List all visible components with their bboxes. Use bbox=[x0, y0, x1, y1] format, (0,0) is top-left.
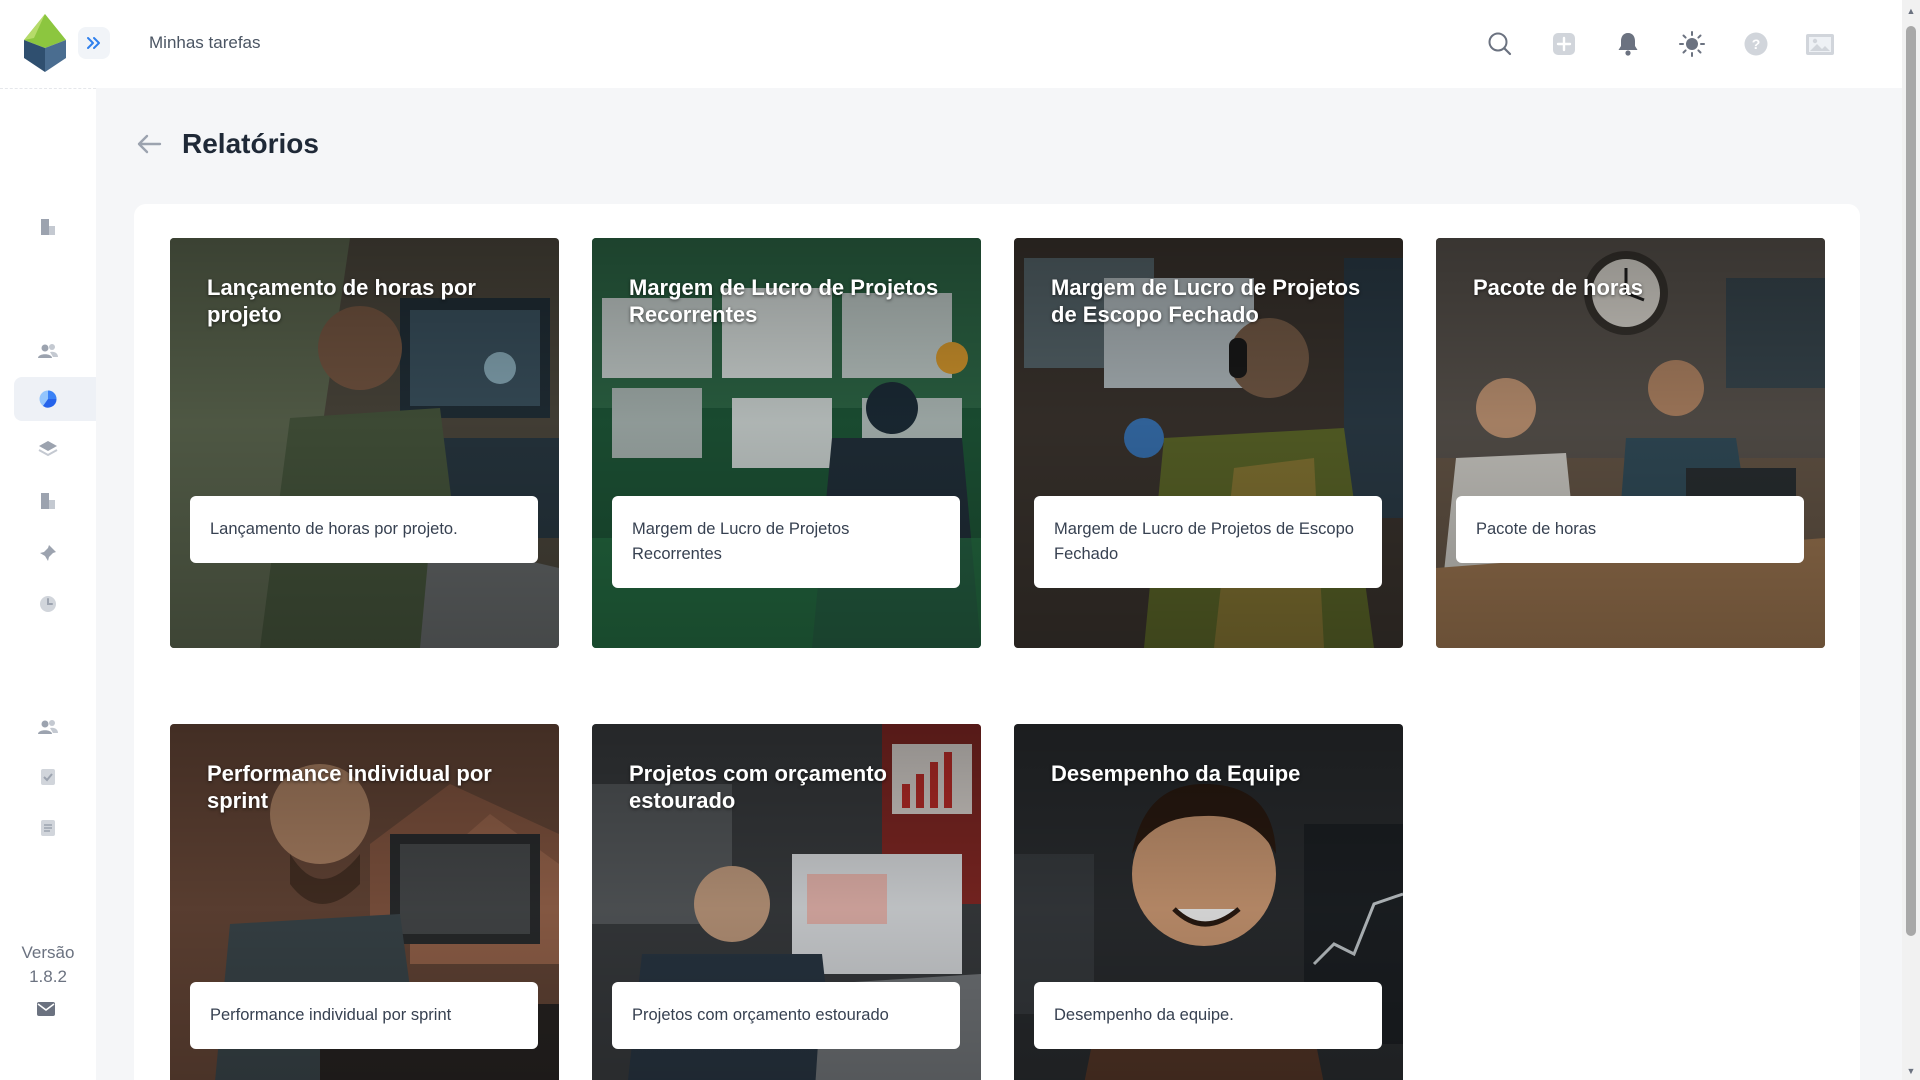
checklist-icon bbox=[41, 769, 55, 785]
card-description: Pacote de horas bbox=[1456, 496, 1804, 563]
sidebar-item-pinned[interactable] bbox=[14, 531, 96, 575]
card-description: Margem de Lucro de Projetos Recorrentes bbox=[612, 496, 960, 588]
pin-icon bbox=[40, 545, 56, 561]
card-description: Projetos com orçamento estourado bbox=[612, 982, 960, 1049]
card-title: Performance individual por sprint bbox=[207, 761, 492, 813]
scroll-up-arrow-icon[interactable]: ▲ bbox=[1906, 6, 1916, 16]
svg-text:?: ? bbox=[1752, 36, 1761, 52]
sidebar-item-timesheet[interactable] bbox=[14, 582, 96, 626]
users-icon bbox=[38, 720, 58, 734]
page-title: Relatórios bbox=[182, 128, 319, 159]
sidebar-item-documents[interactable] bbox=[14, 806, 96, 850]
document-icon bbox=[41, 820, 55, 836]
app-logo[interactable] bbox=[24, 14, 66, 72]
sidebar-item-layers[interactable] bbox=[14, 427, 96, 471]
sidebar-item-checklists[interactable] bbox=[14, 755, 96, 799]
sidebar-item-clients[interactable] bbox=[14, 329, 96, 373]
sidebar-item-team[interactable] bbox=[14, 705, 96, 749]
add-button[interactable] bbox=[1532, 24, 1596, 64]
mail-icon[interactable] bbox=[36, 1001, 56, 1017]
users-icon bbox=[38, 344, 58, 358]
version-label: Versão bbox=[21, 943, 75, 962]
bell-icon bbox=[1618, 33, 1638, 56]
version-number: 1.8.2 bbox=[29, 967, 67, 986]
sidebar-item-reports[interactable] bbox=[14, 377, 96, 421]
building-icon bbox=[41, 219, 55, 235]
card-description: Margem de Lucro de Projetos de Escopo Fe… bbox=[1034, 496, 1382, 588]
search-button[interactable] bbox=[1468, 24, 1532, 64]
report-card[interactable]: Pacote de horas Pacote de horas bbox=[1436, 238, 1825, 648]
card-description: Lançamento de horas por projeto. bbox=[190, 496, 538, 563]
page-header: Relatórios bbox=[134, 128, 319, 160]
report-card[interactable]: Margem de Lucro de Projetos de Escopo Fe… bbox=[1014, 238, 1403, 648]
card-title: Margem de Lucro de Projetos Recorrentes bbox=[629, 275, 939, 327]
card-title: Margem de Lucro de Projetos de Escopo Fe… bbox=[1051, 275, 1361, 327]
card-title: Lançamento de horas por projeto bbox=[207, 275, 476, 327]
report-card[interactable]: Projetos com orçamento estourado Projeto… bbox=[592, 724, 981, 1080]
layers-icon bbox=[38, 441, 58, 457]
header-actions: ? bbox=[1468, 24, 1852, 64]
expand-sidebar-button[interactable] bbox=[78, 27, 110, 59]
report-card[interactable]: Lançamento de horas por projeto Lançamen… bbox=[170, 238, 559, 648]
help-button[interactable]: ? bbox=[1724, 24, 1788, 64]
help-icon: ? bbox=[1744, 32, 1768, 56]
card-title: Projetos com orçamento estourado bbox=[629, 761, 887, 813]
sidebar-item-organizations[interactable] bbox=[14, 479, 96, 523]
version-info: Versão 1.8.2 bbox=[0, 941, 96, 989]
card-title: Desempenho da Equipe bbox=[1051, 761, 1301, 786]
clock-icon bbox=[40, 596, 56, 612]
card-description: Desempenho da equipe. bbox=[1034, 982, 1382, 1049]
report-card[interactable]: Performance individual por sprint Perfor… bbox=[170, 724, 559, 1080]
report-card[interactable]: Margem de Lucro de Projetos Recorrentes … bbox=[592, 238, 981, 648]
building-icon bbox=[41, 493, 55, 509]
sidebar-item-companies[interactable] bbox=[14, 205, 96, 249]
image-icon bbox=[1806, 34, 1834, 55]
sidebar: Versão 1.8.2 bbox=[0, 88, 96, 1080]
top-bar: Minhas tarefas ? bbox=[0, 0, 1902, 88]
reports-panel: Lançamento de horas por projeto Lançamen… bbox=[134, 204, 1860, 1080]
back-button[interactable] bbox=[134, 129, 164, 159]
report-card[interactable]: Desempenho da Equipe Desempenho da equip… bbox=[1014, 724, 1403, 1080]
card-title: Pacote de horas bbox=[1473, 275, 1643, 300]
arrow-left-icon bbox=[137, 134, 162, 154]
pie-chart-icon bbox=[39, 390, 57, 408]
notifications-button[interactable] bbox=[1596, 24, 1660, 64]
scrollbar-thumb[interactable] bbox=[1906, 26, 1916, 936]
double-chevron-right-icon bbox=[87, 37, 100, 49]
theme-toggle-button[interactable] bbox=[1660, 24, 1724, 64]
plus-icon bbox=[1553, 33, 1575, 55]
card-description: Performance individual por sprint bbox=[190, 982, 538, 1049]
header-title[interactable]: Minhas tarefas bbox=[149, 33, 261, 53]
page-scrollbar[interactable]: ▲ ▼ bbox=[1902, 0, 1920, 1080]
sun-icon bbox=[1679, 31, 1705, 57]
profile-image-button[interactable] bbox=[1788, 24, 1852, 64]
scroll-down-arrow-icon[interactable]: ▼ bbox=[1906, 1066, 1916, 1076]
search-icon bbox=[1488, 32, 1512, 56]
